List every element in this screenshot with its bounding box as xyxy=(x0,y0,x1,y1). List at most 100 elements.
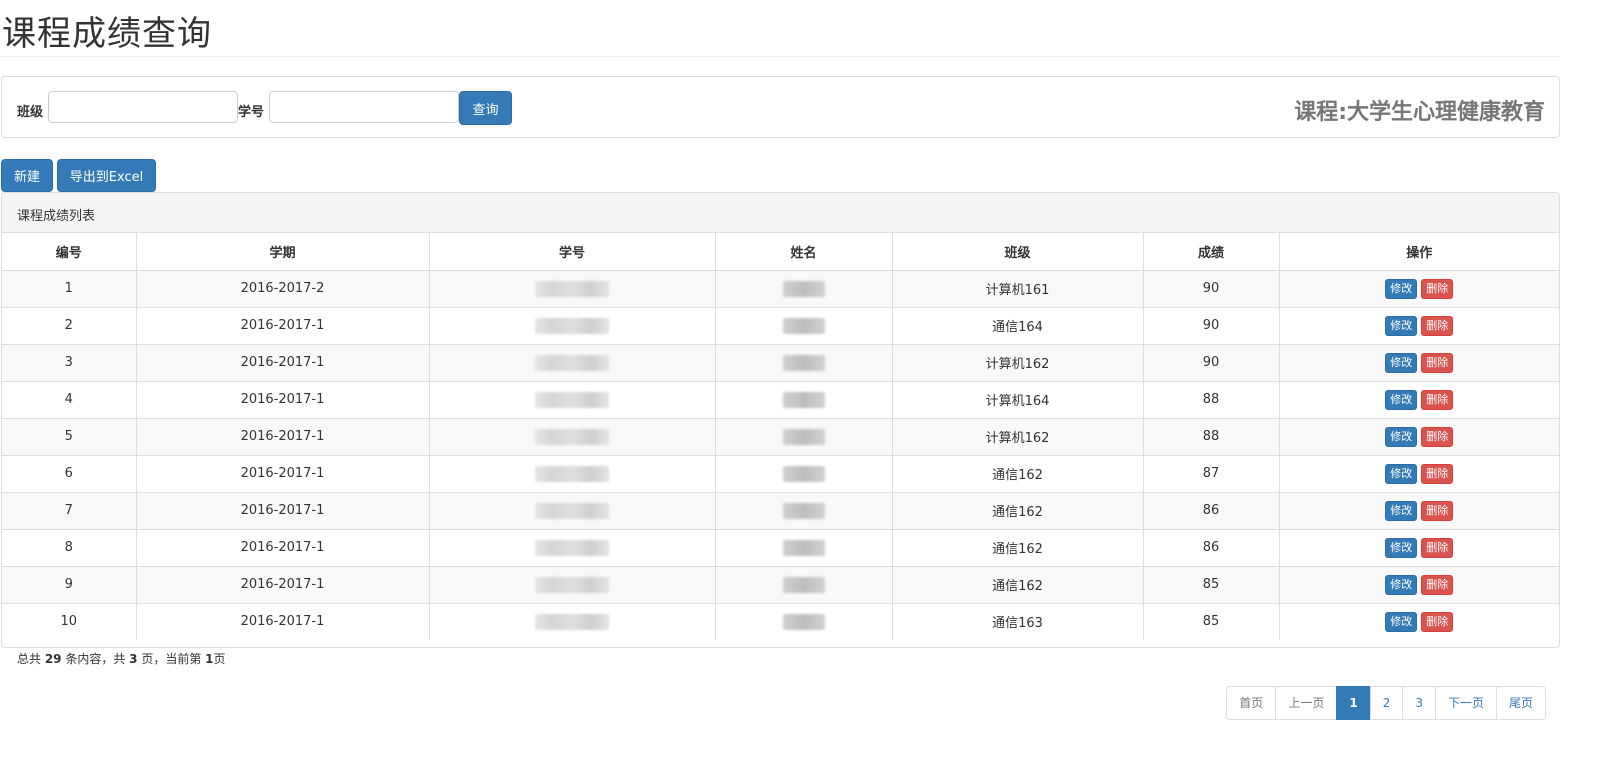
next-page-link[interactable]: 下一页 xyxy=(1434,686,1497,720)
cell-actions: 修改 删除 xyxy=(1279,418,1559,456)
pagination: 首页 上一页 1 2 3 下一页 尾页 xyxy=(1226,686,1546,720)
column-header-class: 班级 xyxy=(892,233,1144,271)
cell-score: 90 xyxy=(1143,344,1280,382)
cell-student-id xyxy=(429,566,716,604)
redacted-name xyxy=(782,576,825,593)
edit-button[interactable]: 修改 xyxy=(1385,574,1418,595)
delete-button[interactable]: 删除 xyxy=(1421,611,1454,632)
delete-button[interactable]: 删除 xyxy=(1421,574,1454,595)
last-page-link[interactable]: 尾页 xyxy=(1495,686,1546,720)
cell-student-id xyxy=(429,492,716,530)
delete-button[interactable]: 删除 xyxy=(1421,315,1454,336)
page-link-1[interactable]: 1 xyxy=(1336,686,1371,720)
edit-button[interactable]: 修改 xyxy=(1385,463,1418,484)
cell-student-id xyxy=(429,603,716,640)
new-button[interactable]: 新建 xyxy=(1,159,53,192)
cell-no: 3 xyxy=(2,344,137,382)
first-page-link[interactable]: 首页 xyxy=(1226,686,1277,720)
redacted-student-id xyxy=(535,428,609,445)
cell-class: 计算机161 xyxy=(892,270,1144,308)
delete-button[interactable]: 删除 xyxy=(1421,278,1454,299)
redacted-name xyxy=(782,391,825,408)
cell-student-id xyxy=(429,381,716,419)
column-header-score: 成绩 xyxy=(1143,233,1280,271)
cell-score: 86 xyxy=(1143,529,1280,567)
summary-suffix: 页 xyxy=(213,652,226,666)
cell-name xyxy=(715,307,893,345)
summary-current: 1 xyxy=(205,652,214,666)
cell-class: 通信163 xyxy=(892,603,1144,640)
table-row: 4 2016-2017-1 计算机164 88 修改 删除 xyxy=(2,381,1559,419)
export-excel-button[interactable]: 导出到Excel xyxy=(57,159,156,192)
cell-class: 计算机164 xyxy=(892,381,1144,419)
cell-class: 计算机162 xyxy=(892,418,1144,456)
cell-name xyxy=(715,270,893,308)
cell-actions: 修改 删除 xyxy=(1279,344,1559,382)
redacted-name xyxy=(782,613,825,630)
student-id-input[interactable] xyxy=(269,91,459,123)
cell-term: 2016-2017-2 xyxy=(136,270,430,308)
redacted-student-id xyxy=(535,613,609,630)
redacted-student-id xyxy=(535,465,609,482)
edit-button[interactable]: 修改 xyxy=(1385,537,1418,558)
cell-name xyxy=(715,492,893,530)
edit-button[interactable]: 修改 xyxy=(1385,426,1418,447)
redacted-student-id xyxy=(535,576,609,593)
cell-no: 5 xyxy=(2,418,137,456)
redacted-student-id xyxy=(535,354,609,371)
class-label: 班级 xyxy=(17,105,44,120)
cell-no: 2 xyxy=(2,307,137,345)
list-heading: 课程成绩列表 xyxy=(2,193,1559,233)
delete-button[interactable]: 删除 xyxy=(1421,426,1454,447)
edit-button[interactable]: 修改 xyxy=(1385,352,1418,373)
delete-button[interactable]: 删除 xyxy=(1421,463,1454,484)
redacted-name xyxy=(782,428,825,445)
cell-actions: 修改 删除 xyxy=(1279,603,1559,640)
cell-class: 通信162 xyxy=(892,529,1144,567)
cell-actions: 修改 删除 xyxy=(1279,270,1559,308)
page-link-3[interactable]: 3 xyxy=(1402,686,1436,720)
summary-mid2: 页，当前第 xyxy=(137,652,206,666)
column-header-name: 姓名 xyxy=(715,233,893,271)
page-link-2[interactable]: 2 xyxy=(1369,686,1404,720)
cell-term: 2016-2017-1 xyxy=(136,603,430,640)
table-row: 8 2016-2017-1 通信162 86 修改 删除 xyxy=(2,529,1559,567)
record-summary: 总共 29 条内容，共 3 页，当前第 1页 xyxy=(17,650,226,667)
cell-term: 2016-2017-1 xyxy=(136,307,430,345)
table-row: 2 2016-2017-1 通信164 90 修改 删除 xyxy=(2,307,1559,345)
search-button[interactable]: 查询 xyxy=(459,91,512,125)
cell-actions: 修改 删除 xyxy=(1279,566,1559,604)
cell-class: 计算机162 xyxy=(892,344,1144,382)
summary-pages: 3 xyxy=(129,652,138,666)
edit-button[interactable]: 修改 xyxy=(1385,611,1418,632)
table-row: 6 2016-2017-1 通信162 87 修改 删除 xyxy=(2,455,1559,493)
edit-button[interactable]: 修改 xyxy=(1385,389,1418,410)
edit-button[interactable]: 修改 xyxy=(1385,315,1418,336)
edit-button[interactable]: 修改 xyxy=(1385,278,1418,299)
table-row: 3 2016-2017-1 计算机162 90 修改 删除 xyxy=(2,344,1559,382)
cell-term: 2016-2017-1 xyxy=(136,566,430,604)
cell-score: 86 xyxy=(1143,492,1280,530)
redacted-name xyxy=(782,317,825,334)
page-title: 课程成绩查询 xyxy=(2,14,212,54)
cell-score: 88 xyxy=(1143,381,1280,419)
column-header-term: 学期 xyxy=(136,233,430,271)
cell-class: 通信162 xyxy=(892,455,1144,493)
redacted-student-id xyxy=(535,391,609,408)
delete-button[interactable]: 删除 xyxy=(1421,500,1454,521)
cell-student-id xyxy=(429,307,716,345)
column-header-actions: 操作 xyxy=(1279,233,1559,271)
delete-button[interactable]: 删除 xyxy=(1421,352,1454,373)
redacted-name xyxy=(782,539,825,556)
redacted-name xyxy=(782,354,825,371)
delete-button[interactable]: 删除 xyxy=(1421,389,1454,410)
delete-button[interactable]: 删除 xyxy=(1421,537,1454,558)
cell-term: 2016-2017-1 xyxy=(136,492,430,530)
cell-no: 9 xyxy=(2,566,137,604)
prev-page-link[interactable]: 上一页 xyxy=(1275,686,1338,720)
table-header-row: 编号 学期 学号 姓名 班级 成绩 操作 xyxy=(2,233,1559,271)
edit-button[interactable]: 修改 xyxy=(1385,500,1418,521)
course-label: 课程:大学生心理健康教育 xyxy=(1294,100,1545,125)
summary-total: 29 xyxy=(44,652,62,666)
class-input[interactable] xyxy=(48,91,238,123)
